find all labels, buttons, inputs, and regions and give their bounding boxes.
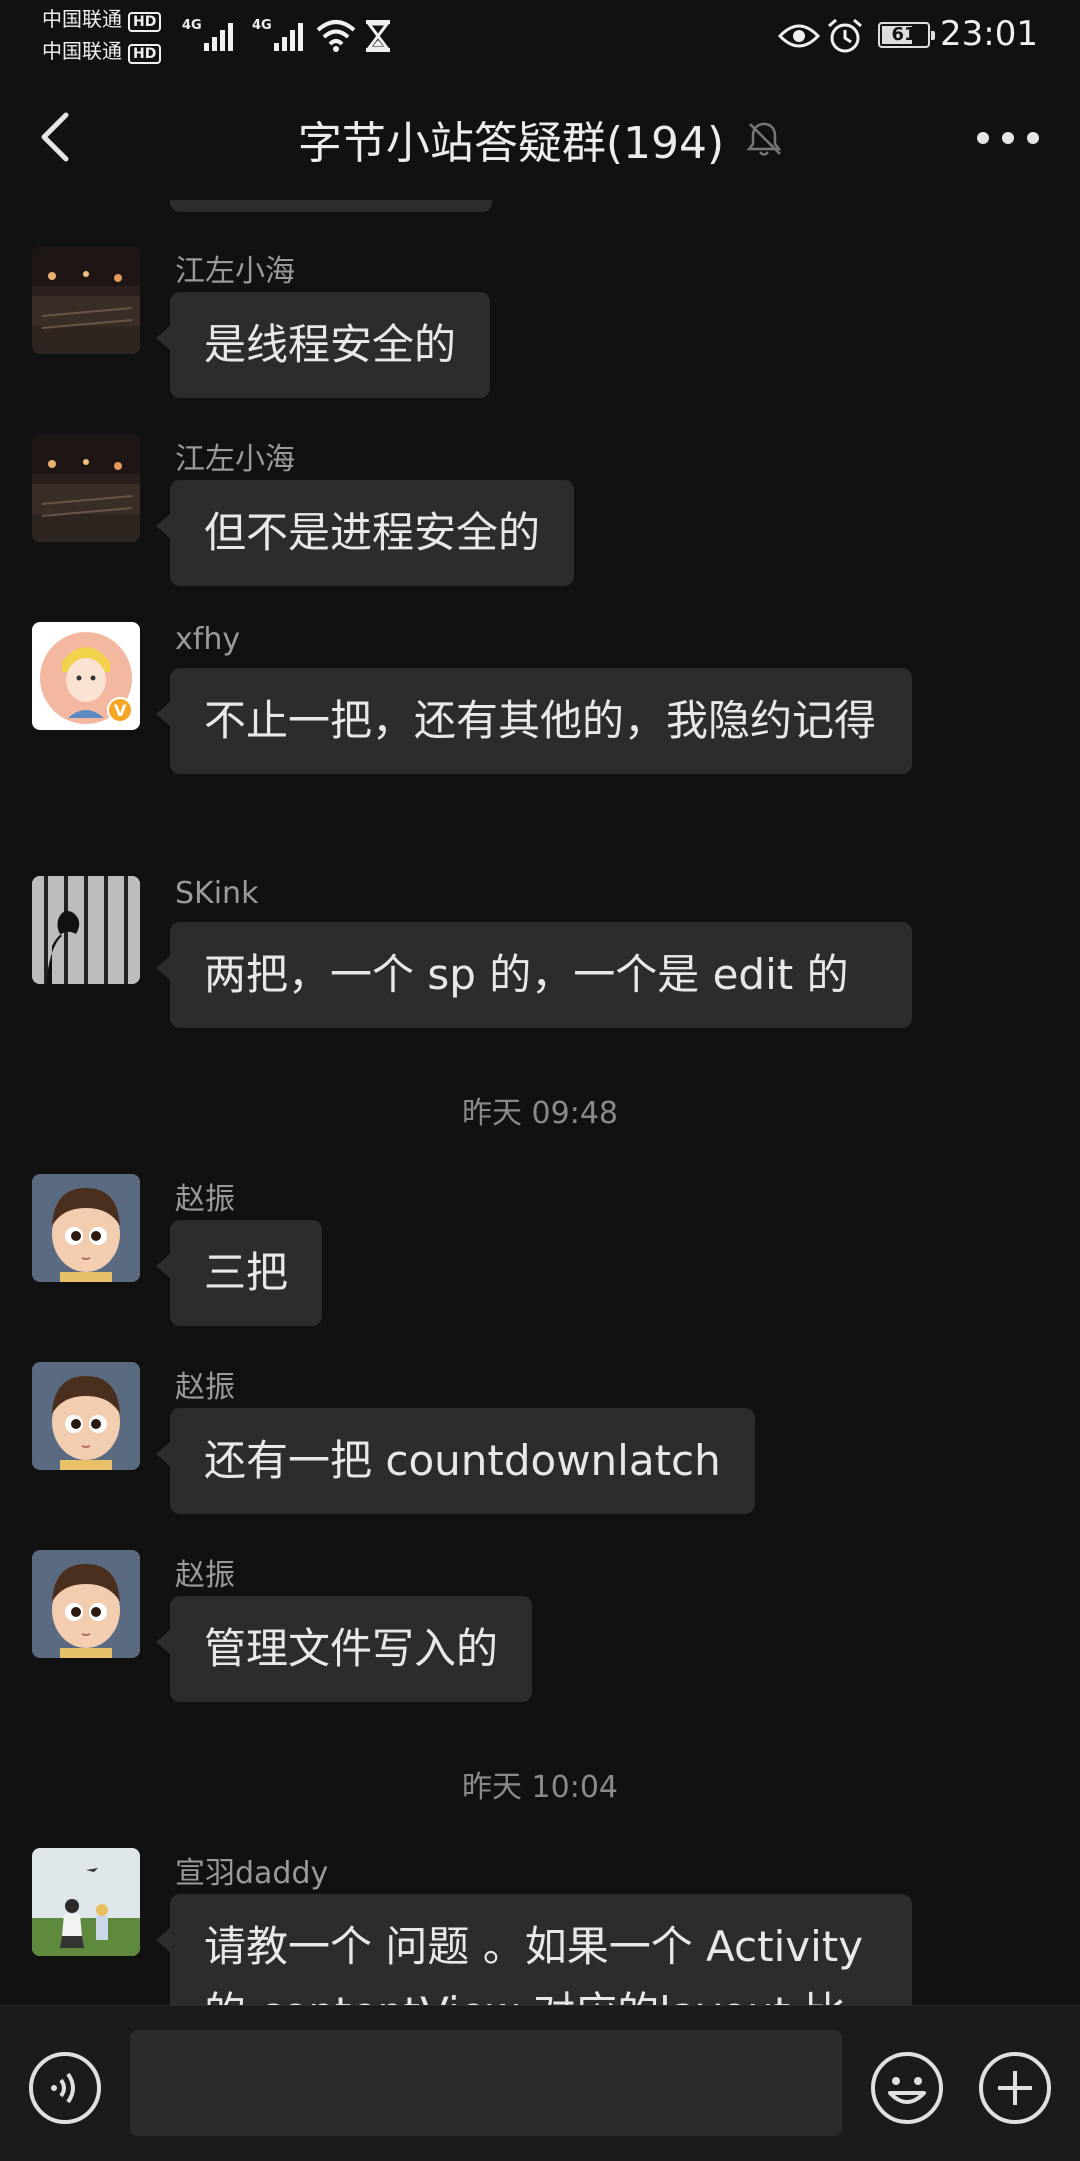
carrier-1: 中国联通 HD xyxy=(42,7,162,32)
sender-name: SKink xyxy=(175,876,259,911)
status-bar: 中国联通 HD 中国联通 HD 4G 4G 61 23:01 xyxy=(0,0,1080,75)
signal-icon: 4G xyxy=(182,18,233,51)
sender-name: 赵振 xyxy=(175,1370,235,1405)
message-bubble[interactable]: 还有一把 countdownlatch xyxy=(156,1408,755,1514)
carrier-2-label: 中国联通 xyxy=(42,39,122,63)
avatar[interactable] xyxy=(32,434,140,542)
message-input[interactable] xyxy=(130,2030,842,2136)
carrier-2: 中国联通 HD xyxy=(42,39,162,64)
hd-badge-2: HD xyxy=(128,44,162,64)
input-bar xyxy=(0,2005,1080,2161)
more-icon[interactable] xyxy=(976,131,1040,145)
alarm-icon xyxy=(828,18,862,53)
avatar[interactable] xyxy=(32,1362,140,1470)
hourglass-icon xyxy=(366,20,390,52)
previous-message-bubble xyxy=(170,200,492,212)
sender-name: 江左小海 xyxy=(175,442,295,477)
time-divider: 昨天 10:04 xyxy=(462,1770,618,1805)
message-list[interactable]: 江左小海 是线程安全的 江左小海 但不是进程安全的 V xfhy 不止一把，还有… xyxy=(0,200,1080,2005)
avatar[interactable] xyxy=(32,1550,140,1658)
svg-text:V: V xyxy=(114,701,127,720)
eye-icon xyxy=(778,24,820,48)
message-bubble[interactable]: 三把 xyxy=(155,1220,323,1326)
nav-bar: 字节小站答疑群(194) xyxy=(0,75,1080,200)
avatar[interactable] xyxy=(32,246,140,354)
time-divider: 昨天 09:48 xyxy=(462,1096,618,1131)
plus-icon[interactable] xyxy=(978,2051,1052,2125)
message-bubble[interactable]: 是线程安全的 xyxy=(155,292,491,398)
sender-name: 江左小海 xyxy=(175,254,295,289)
hd-badge-1: HD xyxy=(128,12,162,32)
avatar[interactable]: V xyxy=(32,622,140,730)
avatar[interactable] xyxy=(32,1174,140,1282)
clock: 23:01 xyxy=(940,14,1038,54)
sender-name: 宣羽daddy xyxy=(175,1856,329,1891)
wifi-icon xyxy=(316,20,356,52)
signal-icon-2: 4G xyxy=(252,18,303,51)
carrier-1-label: 中国联通 xyxy=(42,7,122,31)
sender-name: xfhy xyxy=(175,622,241,657)
message-bubble[interactable]: 但不是进程安全的 xyxy=(155,480,575,586)
battery-icon: 61 xyxy=(878,22,935,48)
emoji-icon[interactable] xyxy=(870,2051,944,2125)
message-bubble[interactable]: 两把，一个 sp 的，一个是 edit 的 xyxy=(156,922,912,1028)
mute-bell-icon xyxy=(746,122,782,156)
sender-name: 赵振 xyxy=(175,1182,235,1217)
avatar[interactable] xyxy=(32,876,140,984)
chat-title: 字节小站答疑群(194) xyxy=(297,118,725,169)
sender-name: 赵振 xyxy=(175,1558,235,1593)
message-bubble[interactable]: 请教一个 问题 。如果一个 Activity 的 contentView 对应的… xyxy=(156,1894,912,2005)
voice-icon[interactable] xyxy=(28,2051,102,2125)
message-bubble[interactable]: 不止一把，还有其他的，我隐约记得 xyxy=(156,668,912,774)
network-type-2: 4G xyxy=(252,18,272,33)
network-type-1: 4G xyxy=(182,18,202,33)
battery-level: 61 xyxy=(891,24,917,45)
message-bubble[interactable]: 管理文件写入的 xyxy=(155,1596,533,1702)
avatar[interactable] xyxy=(32,1848,140,1956)
